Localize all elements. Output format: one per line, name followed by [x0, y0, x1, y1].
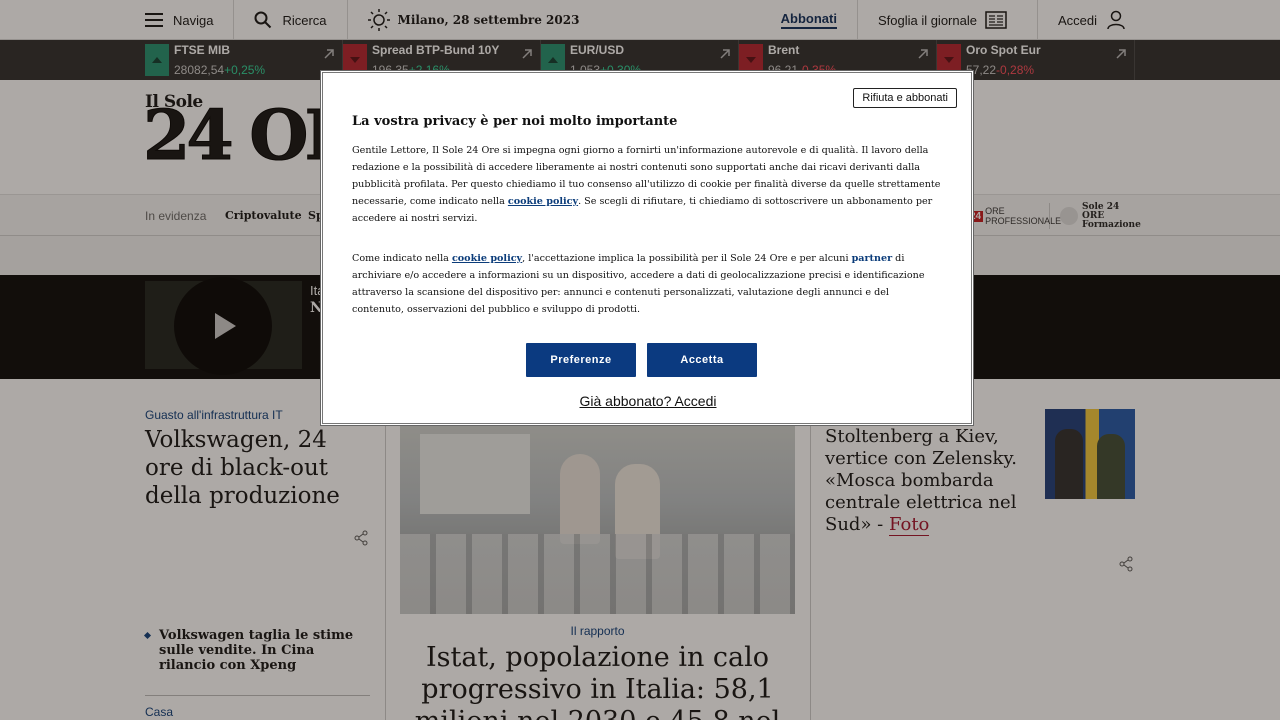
dialog-title: La vostra privacy è per noi molto import…: [352, 114, 678, 129]
preferences-button[interactable]: Preferenze: [526, 343, 636, 377]
already-subscribed-login-link[interactable]: Già abbonato? Accedi: [323, 393, 973, 409]
p2-text-a: Come indicato nella: [352, 253, 452, 264]
accept-button[interactable]: Accetta: [647, 343, 757, 377]
cookie-policy-link[interactable]: cookie policy: [508, 196, 578, 207]
cookie-policy-link[interactable]: cookie policy: [452, 253, 522, 264]
privacy-consent-dialog: Rifiuta e abbonati La vostra privacy è p…: [322, 72, 972, 424]
dialog-paragraph: Gentile Lettore, Il Sole 24 Ore si impeg…: [352, 142, 942, 227]
dialog-paragraph: Come indicato nella cookie policy, l'acc…: [352, 250, 942, 318]
partner-link[interactable]: partner: [852, 253, 893, 264]
refuse-and-subscribe-button[interactable]: Rifiuta e abbonati: [853, 88, 957, 108]
p2-text-b: , l'accettazione implica la possibilità …: [522, 253, 852, 264]
